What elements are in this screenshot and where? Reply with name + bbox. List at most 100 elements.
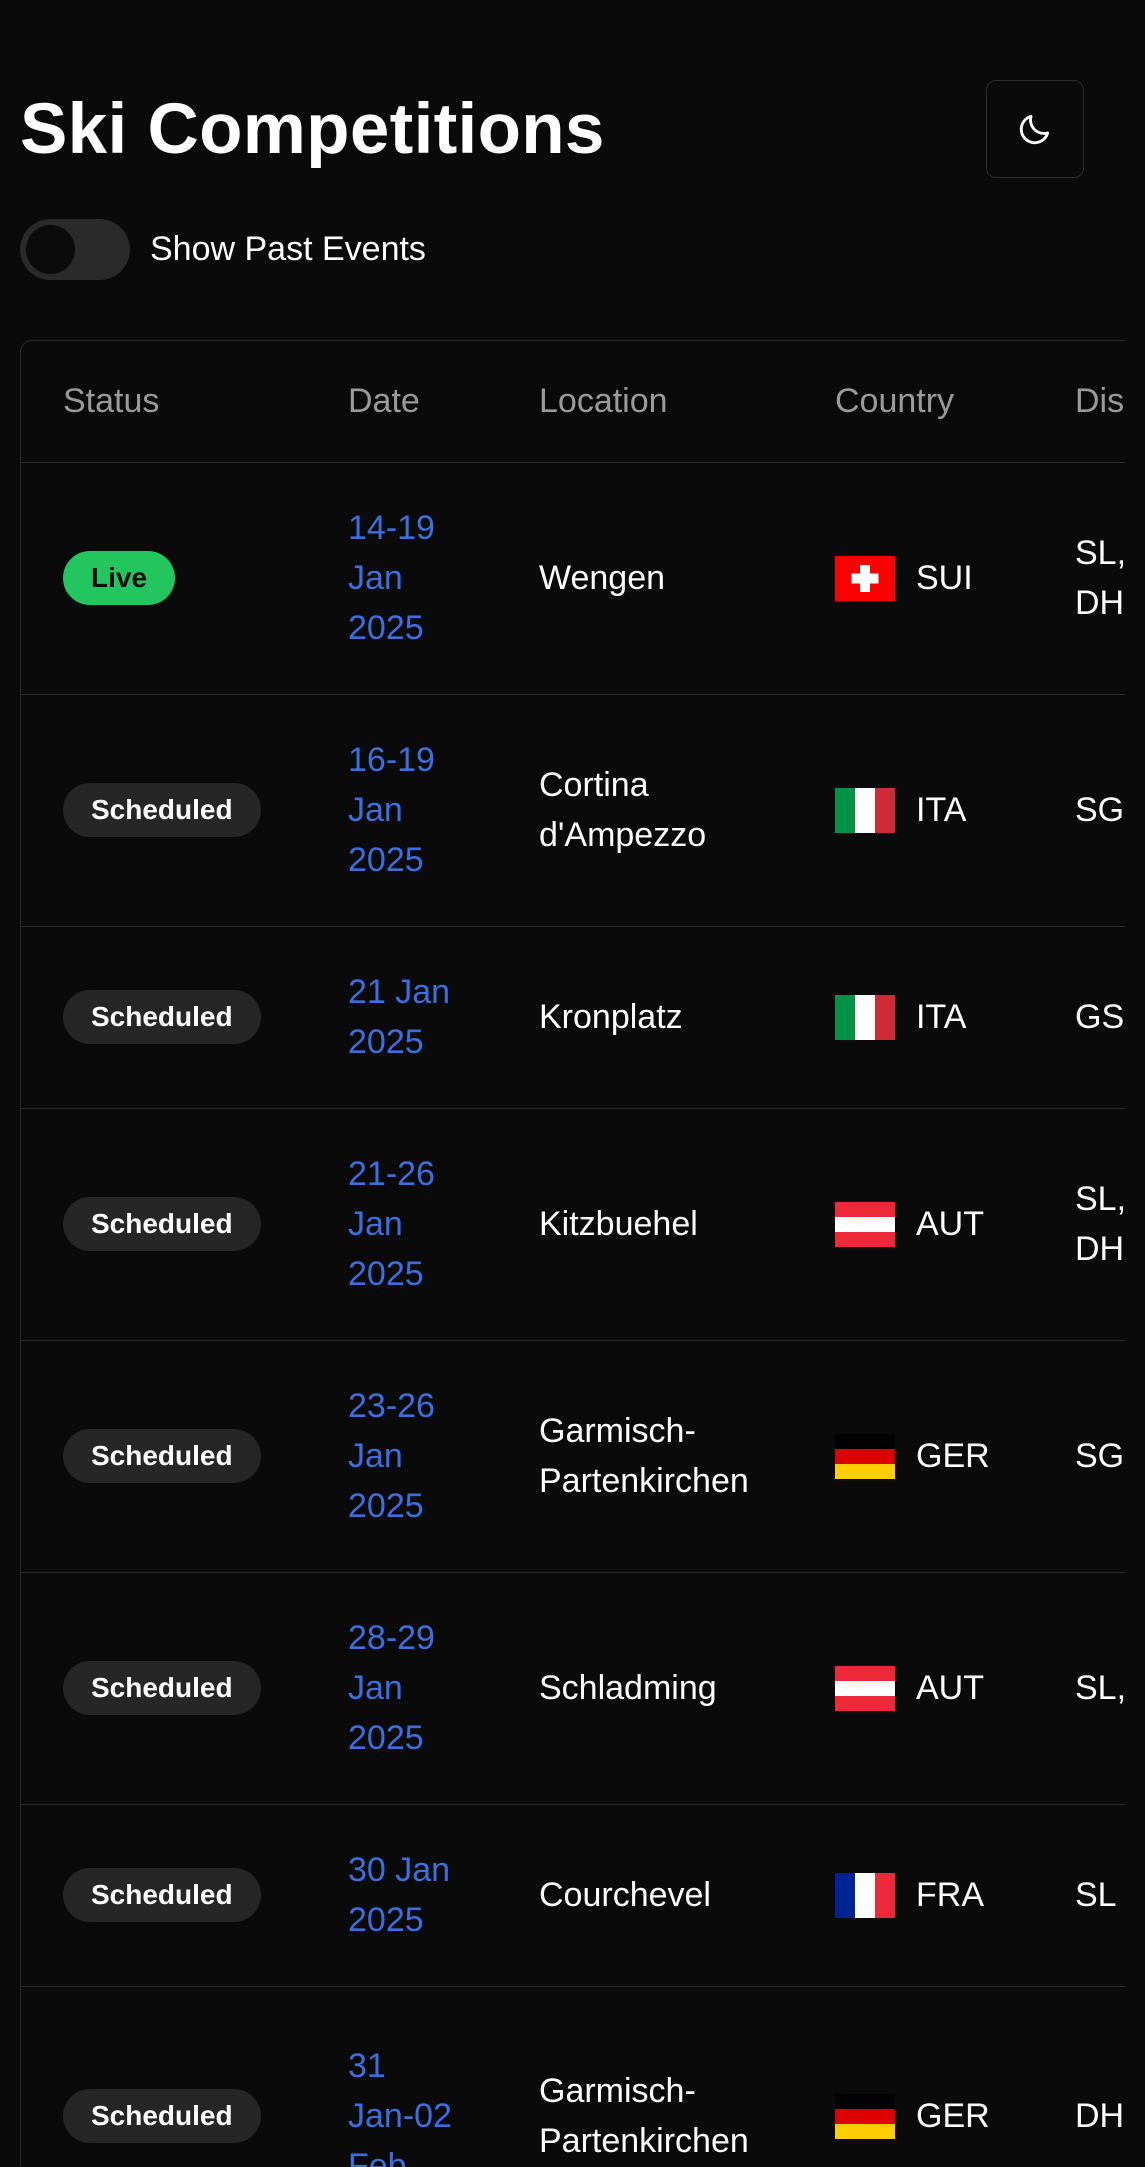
status-cell: Scheduled <box>63 1868 261 1922</box>
discipline-line: DH <box>1075 2097 1125 2135</box>
date-line: 2025 <box>348 1901 424 1939</box>
status-cell: Scheduled <box>63 1429 261 1483</box>
date-cell[interactable]: 28-29 Jan 2025 <box>348 1613 435 1763</box>
flag-ita-icon <box>835 994 895 1040</box>
location-cell: Schladming <box>539 1663 717 1713</box>
location-line: Courchevel <box>539 1876 711 1914</box>
discipline-line: SG <box>1075 1437 1125 1475</box>
flag-aut-icon <box>835 1201 895 1247</box>
date-cell[interactable]: 16-19 Jan 2025 <box>348 735 435 885</box>
theme-toggle-button[interactable] <box>986 80 1084 178</box>
country-code: SUI <box>916 559 973 597</box>
discipline-line: SL <box>1075 1876 1117 1914</box>
country-code: GER <box>916 2097 990 2135</box>
location-cell: Wengen <box>539 553 665 603</box>
table-row[interactable]: Scheduled 23-26 Jan 2025 Garmisch- Partenkirc… <box>21 1340 1125 1573</box>
date-cell[interactable]: 30 Jan 2025 <box>348 1845 450 1945</box>
date-cell[interactable]: 14-19 Jan 2025 <box>348 503 435 653</box>
show-past-events-label: Show Past Events <box>150 230 426 268</box>
status-cell: Scheduled <box>63 2089 261 2143</box>
status-badge: Scheduled <box>63 1197 261 1251</box>
table-row[interactable]: Scheduled 16-19 Jan 2025 Cortina d'Ampezzo ITA… <box>21 694 1125 927</box>
location-cell: Cortina d'Ampezzo <box>539 760 706 860</box>
country-cell: GER <box>835 1431 990 1481</box>
date-line: Jan <box>348 1669 403 1707</box>
table-row[interactable]: Scheduled 31 Jan-02 Feb Garmisch- Partenkirch… <box>21 1986 1125 2167</box>
location-line: Kitzbuehel <box>539 1205 698 1243</box>
discipline-line: SL, <box>1075 1669 1125 1707</box>
date-line: Jan <box>348 791 403 829</box>
discipline-cell: SL, DH <box>1075 528 1125 628</box>
date-line: 2025 <box>348 609 424 647</box>
page: Ski Competitions Show Past Events Status… <box>0 0 1145 2167</box>
location-cell: Kitzbuehel <box>539 1199 698 1249</box>
competitions-table: Status Date Location Country Dis Live 14-… <box>20 340 1125 2167</box>
date-line: Feb <box>348 2147 407 2167</box>
table-header: Status Date Location Country Dis <box>21 341 1125 463</box>
date-cell[interactable]: 31 Jan-02 Feb <box>348 2041 452 2167</box>
discipline-cell: SL, DH <box>1075 1174 1125 1274</box>
date-line: 28-29 <box>348 1619 435 1657</box>
table-row[interactable]: Live 14-19 Jan 2025 Wengen SUI SL, DH <box>21 462 1125 695</box>
country-cell: ITA <box>835 785 966 835</box>
table-row[interactable]: Scheduled 21-26 Jan 2025 Kitzbuehel AUT SL, DH <box>21 1108 1125 1341</box>
location-line: Garmisch- <box>539 2072 696 2110</box>
country-cell: AUT <box>835 1663 984 1713</box>
location-cell: Courchevel <box>539 1870 711 1920</box>
date-line: 21 Jan <box>348 973 451 1011</box>
date-cell[interactable]: 21-26 Jan 2025 <box>348 1149 435 1299</box>
date-line: 30 Jan <box>348 1851 451 1889</box>
date-line: 2025 <box>348 1719 424 1757</box>
column-header-country[interactable]: Country <box>835 382 954 421</box>
discipline-line: DH <box>1075 1230 1125 1268</box>
location-line: Partenkirchen <box>539 2122 749 2160</box>
date-line: 2025 <box>348 841 424 879</box>
date-line: 2025 <box>348 1023 424 1061</box>
status-badge: Scheduled <box>63 1868 261 1922</box>
date-line: 23-26 <box>348 1387 435 1425</box>
column-header-date[interactable]: Date <box>348 382 420 421</box>
page-title: Ski Competitions <box>20 90 605 169</box>
date-line: 14-19 <box>348 509 435 547</box>
flag-fra-icon <box>835 1872 895 1918</box>
discipline-cell: GS <box>1075 992 1124 1042</box>
status-cell: Scheduled <box>63 783 261 837</box>
moon-icon <box>1019 114 1050 145</box>
date-line: 16-19 <box>348 741 435 779</box>
country-code: ITA <box>916 998 967 1036</box>
location-line: Partenkirchen <box>539 1462 749 1500</box>
date-line: 2025 <box>348 1487 424 1525</box>
discipline-line: DH <box>1075 584 1125 622</box>
show-past-events-toggle[interactable] <box>20 219 130 280</box>
column-header-location[interactable]: Location <box>539 382 668 421</box>
location-line: Kronplatz <box>539 998 683 1036</box>
country-cell: FRA <box>835 1870 984 1920</box>
country-cell: ITA <box>835 992 966 1042</box>
country-code: GER <box>916 1437 990 1475</box>
discipline-cell: DH <box>1075 2091 1124 2141</box>
flag-aut-icon <box>835 1665 895 1711</box>
date-line: Jan <box>348 1205 403 1243</box>
table-row[interactable]: Scheduled 21 Jan 2025 Kronplatz ITA GS <box>21 926 1125 1109</box>
column-header-discipline[interactable]: Dis <box>1075 382 1124 421</box>
location-line: Wengen <box>539 559 666 597</box>
column-header-status[interactable]: Status <box>63 382 159 421</box>
status-badge: Scheduled <box>63 783 261 837</box>
status-badge: Scheduled <box>63 990 261 1044</box>
discipline-cell: SL, <box>1075 1663 1125 1713</box>
country-cell: SUI <box>835 553 973 603</box>
status-cell: Scheduled <box>63 990 261 1044</box>
table-row[interactable]: Scheduled 30 Jan 2025 Courchevel FRA SL <box>21 1804 1125 1987</box>
table-row[interactable]: Scheduled 28-29 Jan 2025 Schladming AUT SL, <box>21 1572 1125 1805</box>
flag-ger-icon <box>835 2093 895 2139</box>
date-line: Jan <box>348 559 403 597</box>
discipline-cell: SL <box>1075 1870 1117 1920</box>
toggle-knob <box>26 225 75 274</box>
date-line: Jan-02 <box>348 2097 452 2135</box>
flag-ita-icon <box>835 787 895 833</box>
discipline-line: GS <box>1075 998 1125 1036</box>
date-cell[interactable]: 23-26 Jan 2025 <box>348 1381 435 1531</box>
date-cell[interactable]: 21 Jan 2025 <box>348 967 450 1067</box>
discipline-line: SL, <box>1075 1180 1125 1218</box>
discipline-cell: SG <box>1075 1431 1124 1481</box>
